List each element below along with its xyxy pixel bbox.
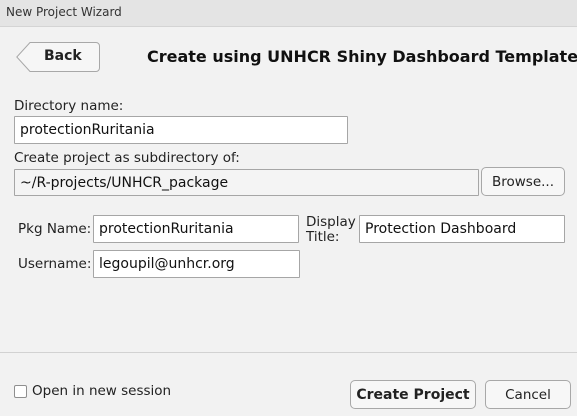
subdirectory-label: Create project as subdirectory of:: [14, 150, 240, 166]
display-title-label-line2: Title:: [306, 229, 340, 245]
window-titlebar: New Project Wizard: [0, 0, 577, 27]
directory-name-input[interactable]: [14, 116, 348, 144]
back-button[interactable]: Back: [16, 42, 100, 72]
window-title: New Project Wizard: [6, 5, 122, 19]
back-button-label: Back: [44, 48, 82, 64]
open-new-session-label[interactable]: Open in new session: [32, 383, 171, 399]
username-label: Username:: [18, 256, 92, 272]
footer-divider: [0, 352, 577, 353]
cancel-button[interactable]: Cancel: [485, 380, 571, 409]
subdirectory-path-field[interactable]: [14, 169, 479, 196]
page-title: Create using UNHCR Shiny Dashboard Templ…: [147, 47, 577, 66]
display-title-input[interactable]: [359, 215, 565, 243]
pkg-name-label: Pkg Name:: [18, 221, 92, 237]
browse-button[interactable]: Browse...: [481, 167, 565, 196]
create-project-button[interactable]: Create Project: [350, 380, 476, 409]
username-input[interactable]: [93, 250, 300, 278]
pkg-name-input[interactable]: [93, 215, 299, 243]
display-title-label-line1: Display: [306, 214, 356, 230]
directory-name-label: Directory name:: [14, 98, 124, 114]
open-new-session-checkbox[interactable]: [14, 385, 27, 398]
